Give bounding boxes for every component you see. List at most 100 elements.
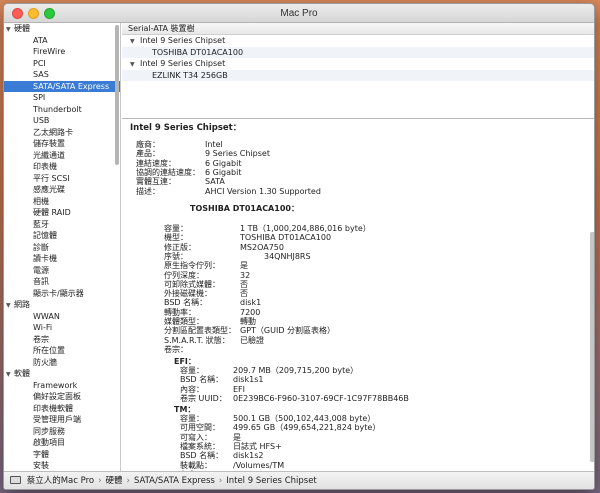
sidebar-item[interactable]: 平行 SCSI xyxy=(4,173,120,185)
sidebar-item[interactable]: ATA xyxy=(4,35,120,47)
detail-row: 修正版： MS2OA750 xyxy=(164,243,284,252)
sidebar-item[interactable]: 啟動項目 xyxy=(4,437,120,449)
minimize-button[interactable] xyxy=(28,8,39,19)
detail-row: BSD 名稱： disk1 xyxy=(164,298,261,307)
sidebar-item[interactable]: 印表機軟體 xyxy=(4,403,120,415)
detail-value: 500.1 GB（500,102,443,008 byte） xyxy=(233,414,376,423)
detail-value: 日誌式 HFS+ xyxy=(233,441,282,451)
disclosure-triangle-icon[interactable]: ▼ xyxy=(130,59,140,71)
detail-key: 廠商： xyxy=(136,140,160,149)
sidebar-item[interactable]: 字體 xyxy=(4,449,120,461)
sidebar-item[interactable]: Wi-Fi xyxy=(4,322,120,334)
disclosure-triangle-icon[interactable]: ▼ xyxy=(130,36,140,48)
path-item[interactable]: 蔡立人的Mac Pro xyxy=(27,476,94,486)
path-item[interactable]: SATA/SATA Express xyxy=(134,476,215,486)
detail-value: 34QNHJ8RS xyxy=(264,251,311,261)
detail-row: 轉動率： 7200 xyxy=(164,308,260,317)
disclosure-triangle-icon[interactable]: ▼ xyxy=(6,24,14,36)
detail-row: 分割區配置表類型： GPT（GUID 分割區表格） xyxy=(164,326,335,335)
detail-key: 媒體類型： xyxy=(164,317,204,326)
sidebar-item[interactable]: SPI xyxy=(4,92,120,104)
sidebar-item[interactable]: 顯示卡/顯示器 xyxy=(4,288,120,300)
disclosure-triangle-icon[interactable]: ▼ xyxy=(6,369,14,381)
sidebar-scrollbar[interactable] xyxy=(115,25,119,165)
detail-key: 原生指令佇列： xyxy=(164,261,220,271)
sidebar-group[interactable]: ▼ 網路 xyxy=(4,299,120,311)
device-tree-row[interactable]: TOSHIBA DT01ACA100 xyxy=(122,46,594,58)
sidebar-item[interactable]: PCI xyxy=(4,58,120,70)
device-tree-row[interactable]: ▼ Intel 9 Series Chipset xyxy=(122,35,594,48)
sidebar-item[interactable]: Thunderbolt xyxy=(4,104,120,116)
sidebar-item[interactable]: 安裝 xyxy=(4,460,120,471)
sidebar-item[interactable]: SATA/SATA Express xyxy=(4,80,120,92)
detail-row: BSD 名稱： disk1s1 xyxy=(180,375,263,385)
device-tree-row[interactable]: ▼ Intel 9 Series Chipset xyxy=(122,58,594,71)
device-label: Intel 9 Series Chipset xyxy=(140,36,226,45)
sidebar-item[interactable]: 光纖通道 xyxy=(4,150,120,162)
detail-value: 轉動 xyxy=(240,317,256,326)
detail-key: 序號： xyxy=(164,251,188,261)
category-sidebar[interactable]: ▼ 硬體 ATA FireWire PCI SAS SATA/SATA Express SPI… xyxy=(4,23,121,471)
sidebar-group[interactable]: ▼ 軟體 xyxy=(4,368,120,380)
detail-value: disk1s1 xyxy=(233,375,264,385)
sidebar-item[interactable]: 藍牙 xyxy=(4,219,120,231)
device-label: TOSHIBA DT01ACA100 xyxy=(152,47,244,57)
detail-value: GPT（GUID 分割區表格） xyxy=(240,326,336,336)
device-tree: Serial-ATA 裝置樹 ▼ Intel 9 Series Chipset T… xyxy=(122,23,594,119)
sidebar-item[interactable]: 防火牆 xyxy=(4,357,120,369)
path-item[interactable]: 硬體 xyxy=(106,476,123,486)
detail-row: 內容： EFI xyxy=(180,385,245,394)
sidebar-item[interactable]: 卷宗 xyxy=(4,334,120,346)
sidebar-item[interactable]: 感應光碟 xyxy=(4,184,120,196)
title-bar[interactable]: Mac Pro xyxy=(4,4,594,23)
detail-row: 可寫入： 是 xyxy=(180,432,241,442)
sidebar-item[interactable]: 所在位置 xyxy=(4,345,120,357)
sidebar-item[interactable]: SAS xyxy=(4,69,120,81)
details-pane[interactable]: Intel 9 Series Chipset： 廠商： Intel 產品： 9 Ser… xyxy=(122,120,594,471)
sidebar-group-label: 軟體 xyxy=(14,369,30,378)
path-separator: › xyxy=(98,476,102,486)
sidebar-item[interactable]: 儲存裝置 xyxy=(4,138,120,150)
sidebar-item[interactable]: 硬體 RAID xyxy=(4,207,120,219)
sidebar-item[interactable]: FireWire xyxy=(4,46,120,58)
detail-key: BSD 名稱： xyxy=(180,375,224,385)
sidebar-item[interactable]: USB xyxy=(4,115,120,127)
sidebar-item[interactable]: 印表機 xyxy=(4,161,120,173)
zoom-button[interactable] xyxy=(44,8,55,19)
sidebar-group-label: 硬體 xyxy=(14,24,30,33)
detail-key: 實體互連： xyxy=(136,177,176,187)
path-item[interactable]: Intel 9 Series Chipset xyxy=(226,476,317,486)
sidebar-item[interactable]: WWAN xyxy=(4,311,120,323)
detail-key: BSD 名稱： xyxy=(180,451,224,461)
sidebar-item[interactable]: 診斷 xyxy=(4,242,120,254)
close-button[interactable] xyxy=(12,8,23,19)
sidebar-item[interactable]: 電源 xyxy=(4,265,120,277)
device-tree-header[interactable]: Serial-ATA 裝置樹 xyxy=(122,23,594,35)
details-scrollbar[interactable] xyxy=(590,232,594,462)
detail-row: 容量： 500.1 GB（500,102,443,008 byte） xyxy=(180,414,375,423)
detail-row: 外接磁碟機： 否 xyxy=(164,289,248,298)
detail-key: 產品： xyxy=(136,149,160,159)
sidebar-item[interactable]: 音訊 xyxy=(4,276,120,288)
detail-key: 可寫入： xyxy=(180,432,212,442)
detail-value: SATA xyxy=(205,177,225,187)
sidebar-item[interactable]: 乙太網路卡 xyxy=(4,127,120,139)
sidebar-item[interactable]: 受管理用戶端 xyxy=(4,414,120,426)
sidebar-item[interactable]: 記憶體 xyxy=(4,230,120,242)
sidebar-item[interactable]: Framework xyxy=(4,380,120,392)
sidebar-item[interactable]: 同步服務 xyxy=(4,426,120,438)
detail-row: 卷宗 UUID： 0E239BC6-F960-3107-69CF-1C97F78B… xyxy=(180,394,409,403)
disclosure-triangle-icon[interactable]: ▼ xyxy=(6,300,14,312)
detail-value: 6 Gigabit xyxy=(205,158,242,168)
detail-value: 否 xyxy=(240,289,248,299)
detail-value: MS2OA750 xyxy=(240,242,284,252)
detail-value: EFI xyxy=(233,384,246,394)
sidebar-item[interactable]: 讀卡機 xyxy=(4,253,120,265)
sidebar-item[interactable]: 相機 xyxy=(4,196,120,208)
sidebar-item[interactable]: 偏好設定面板 xyxy=(4,391,120,403)
detail-value: disk1s2 xyxy=(233,451,264,461)
sidebar-group-label: 網路 xyxy=(14,300,30,309)
sidebar-group[interactable]: ▼ 硬體 xyxy=(4,23,120,35)
detail-row: 原生指令佇列： 是 xyxy=(164,261,248,271)
device-tree-row[interactable]: EZLINK T34 256GB xyxy=(122,69,594,81)
